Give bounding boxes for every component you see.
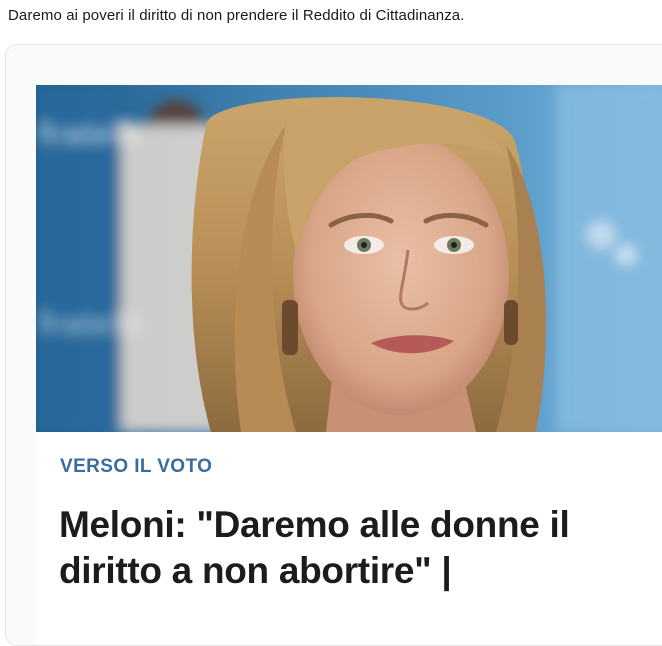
- link-preview-card[interactable]: fratelli fratelli VERSO IL VOTO Meloni: …: [5, 44, 662, 646]
- headline-line-2: diritto a non abortire" |: [59, 550, 452, 591]
- svg-text:fratelli: fratelli: [38, 305, 140, 343]
- article-category[interactable]: VERSO IL VOTO: [60, 456, 212, 478]
- post-text: Daremo ai poveri il diritto di non prend…: [8, 7, 465, 24]
- svg-text:fratelli: fratelli: [38, 115, 140, 153]
- headline-line-1: Meloni: "Daremo alle donne il: [59, 504, 570, 545]
- link-preview-content[interactable]: fratelli fratelli VERSO IL VOTO Meloni: …: [36, 85, 662, 645]
- portrait-image: fratelli fratelli: [36, 85, 662, 432]
- article-photo[interactable]: fratelli fratelli: [36, 85, 662, 432]
- article-headline[interactable]: Meloni: "Daremo alle donne il diritto a …: [59, 502, 659, 594]
